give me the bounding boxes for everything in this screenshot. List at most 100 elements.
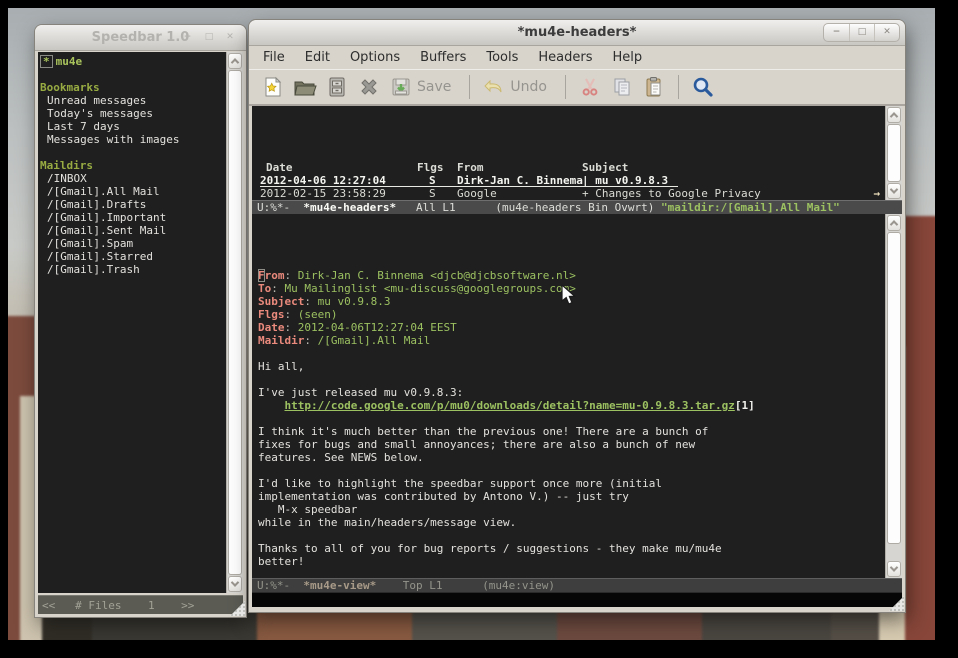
maximize-button[interactable]: □ <box>849 24 874 41</box>
cut-button[interactable] <box>574 72 606 102</box>
scrollbar-track[interactable] <box>887 545 901 561</box>
search-icon <box>691 75 715 99</box>
scroll-down-button[interactable] <box>887 183 901 199</box>
speedbar-titlebar[interactable]: Speedbar 1.0 −□✕ <box>35 25 246 51</box>
cut-scissors-icon <box>579 76 601 98</box>
toolbar-separator <box>565 75 566 99</box>
speedbar-section-maildirs: Maildirs <box>40 159 225 172</box>
message-field-flgs: Flgs: (seen) <box>252 308 902 321</box>
message-body-line <box>252 568 902 578</box>
modeline-part: (mu4e-headers Bin Ovwrt) <box>495 201 661 214</box>
field-label: Flgs <box>258 308 285 321</box>
new-file-icon <box>262 76 284 98</box>
expand-marker-icon[interactable]: * <box>40 55 53 68</box>
modeline-part: *mu4e-view* <box>303 579 376 592</box>
speedbar-item[interactable]: /INBOX <box>40 172 225 185</box>
speedbar-buffer: *mu4e BookmarksUnread messagesToday's me… <box>38 52 243 593</box>
menu-edit[interactable]: Edit <box>295 48 340 67</box>
padding <box>252 132 902 135</box>
speedbar-window-title: Speedbar 1.0 <box>92 30 190 45</box>
save-button[interactable] <box>385 72 417 102</box>
field-label: Date <box>258 321 285 334</box>
emacs-window-title: *mu4e-headers* <box>518 25 637 40</box>
menu-options[interactable]: Options <box>340 48 410 67</box>
scroll-down-button[interactable] <box>887 561 901 577</box>
speedbar-item[interactable]: /[Gmail].Important <box>40 211 225 224</box>
header-row[interactable]: 2012-02-15 23:58:29SGoogle+ Changes to G… <box>252 187 902 200</box>
save-label: Save <box>417 79 451 95</box>
minimize-button[interactable]: − <box>177 29 198 46</box>
field-value: Dirk-Jan C. Binnema <djcb@djcbsoftware.n… <box>298 269 576 282</box>
chevron-down-icon <box>890 185 898 193</box>
message-link[interactable]: http://code.google.com/p/mu0/downloads/d… <box>285 399 735 412</box>
minimize-button[interactable]: − <box>824 24 849 41</box>
copy-button[interactable] <box>606 72 638 102</box>
speedbar-item[interactable]: /[Gmail].Starred <box>40 250 225 263</box>
padding <box>252 240 902 243</box>
message-field-from: From: Dirk-Jan C. Binnema <djcb@djcbsoft… <box>252 269 902 282</box>
speedbar-item[interactable]: /[Gmail].Spam <box>40 237 225 250</box>
blank-line <box>40 68 225 81</box>
scroll-up-button[interactable] <box>228 53 242 69</box>
menu-buffers[interactable]: Buffers <box>410 48 476 67</box>
message-body-line: I've just released mu v0.9.8.3: <box>252 386 902 399</box>
message-body-line: I think it's much better than the previo… <box>252 425 902 438</box>
new-file-button[interactable] <box>257 72 289 102</box>
open-file-button[interactable] <box>289 72 321 102</box>
column-date[interactable]: Date <box>266 161 293 174</box>
search-button[interactable] <box>687 72 719 102</box>
speedbar-item[interactable]: /[Gmail].Sent Mail <box>40 224 225 237</box>
headers-modeline: U:%*- *mu4e-headers* All L1 (mu4e-header… <box>252 200 902 214</box>
scroll-down-button[interactable] <box>228 576 242 592</box>
headers-list: Date Flgs From Subject2012-04-06 12:27:04SD… <box>252 161 902 200</box>
message-body-line: while in the main/headers/message view. <box>252 516 902 529</box>
view-scrollbar[interactable] <box>885 214 902 578</box>
speedbar-scrollbar[interactable] <box>226 52 243 593</box>
mu4e-headers-pane: Date Flgs From Subject2012-04-06 12:27:04SD… <box>252 106 902 200</box>
footnote-ref: [1] <box>735 399 755 412</box>
undo-button[interactable] <box>478 72 510 102</box>
file-cabinet-icon <box>326 76 348 98</box>
header-row[interactable]: 2012-04-06 12:27:04SDirk-Jan C. Binnema|… <box>252 174 902 187</box>
field-colon: : <box>285 269 298 282</box>
window-edge <box>249 607 905 610</box>
scrollbar-thumb[interactable] <box>228 70 242 575</box>
menu-help[interactable]: Help <box>603 48 653 67</box>
chevron-down-icon <box>890 563 898 571</box>
column-from[interactable]: From <box>457 161 484 174</box>
speedbar-item[interactable]: /[Gmail].Drafts <box>40 198 225 211</box>
paste-button[interactable] <box>638 72 670 102</box>
maximize-button[interactable]: □ <box>198 29 219 46</box>
scroll-up-button[interactable] <box>887 107 901 123</box>
message-body-line: better! <box>252 555 902 568</box>
speedbar-item[interactable]: Last 7 days <box>40 120 225 133</box>
speedbar-item[interactable]: Today's messages <box>40 107 225 120</box>
speedbar-item[interactable]: Unread messages <box>40 94 225 107</box>
close-button[interactable]: ✕ <box>219 29 240 46</box>
field-colon: : <box>304 295 317 308</box>
dired-button[interactable] <box>321 72 353 102</box>
speedbar-item[interactable]: /[Gmail].All Mail <box>40 185 225 198</box>
open-folder-icon <box>293 76 317 98</box>
message-field-subject: Subject: mu v0.9.8.3 <box>252 295 902 308</box>
column-subject[interactable]: Subject <box>582 161 628 174</box>
speedbar-item[interactable]: /[Gmail].Trash <box>40 263 225 276</box>
menu-file[interactable]: File <box>253 48 295 67</box>
speedbar-item[interactable]: Messages with images <box>40 133 225 146</box>
menu-headers[interactable]: Headers <box>528 48 602 67</box>
modeline-part: Top L1 <box>376 579 482 592</box>
scrollbar-thumb[interactable] <box>887 232 901 544</box>
column-flags[interactable]: Flgs <box>417 161 444 174</box>
scroll-up-button[interactable] <box>887 215 901 231</box>
field-value: /[Gmail].All Mail <box>318 334 431 347</box>
emacs-titlebar[interactable]: *mu4e-headers* −□✕ <box>249 20 905 46</box>
speedbar-item-mu4e[interactable]: *mu4e <box>40 55 225 68</box>
message-body-line <box>252 412 902 425</box>
headers-scrollbar[interactable] <box>885 106 902 200</box>
scrollbar-thumb[interactable] <box>887 124 901 182</box>
close-button[interactable]: ✕ <box>874 24 899 41</box>
field-label: Maildir <box>258 334 304 347</box>
message-body-line: http://code.google.com/p/mu0/downloads/d… <box>252 399 902 412</box>
menu-tools[interactable]: Tools <box>476 48 528 67</box>
close-buffer-button[interactable] <box>353 72 385 102</box>
